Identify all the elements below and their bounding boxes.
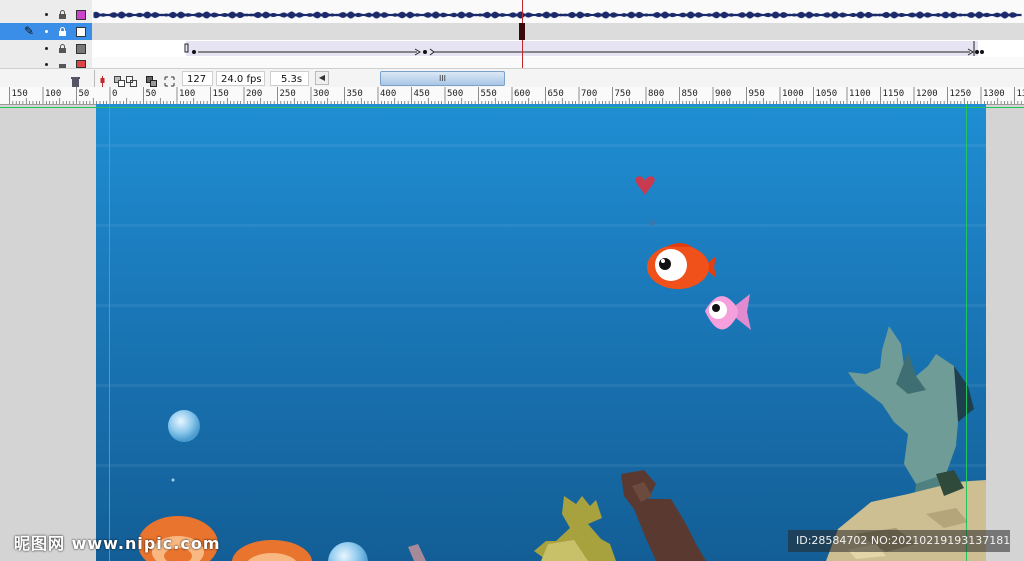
horizontal-scroll-thumb[interactable]: III (380, 71, 505, 86)
playhead-marker[interactable] (519, 23, 525, 40)
ruler-label: 1350 (1016, 89, 1024, 99)
layer-row-1[interactable] (0, 6, 92, 24)
layer-row-3[interactable] (0, 40, 92, 58)
edit-multiple-frames-icon[interactable] (146, 72, 157, 87)
ruler-label: 200 (246, 89, 263, 99)
stage-canvas[interactable] (96, 104, 986, 561)
ruler-label: 250 (279, 89, 296, 99)
elapsed-time-field[interactable]: 5.3s (270, 71, 309, 86)
visibility-dot[interactable] (45, 13, 48, 16)
ruler-label: 1000 (782, 89, 804, 99)
ruler-label: 1150 (882, 89, 905, 99)
lock-icon[interactable] (58, 27, 67, 36)
lock-icon[interactable] (58, 44, 67, 53)
horizontal-guide[interactable] (0, 107, 1024, 108)
ruler-label: 1200 (916, 89, 938, 99)
ruler-label: 500 (447, 89, 464, 99)
ruler-label: 150 (212, 89, 229, 99)
image-id-label: ID:28584702 NO:20210219193137181000 (788, 530, 1010, 552)
visibility-dot[interactable] (45, 63, 48, 66)
pink-coral-bit (408, 544, 426, 561)
water-bands (96, 144, 986, 467)
ruler-label: 400 (380, 89, 397, 99)
brown-coral[interactable] (621, 470, 706, 561)
frames-row-3[interactable] (92, 40, 1024, 58)
visibility-dot[interactable] (45, 47, 48, 50)
timeline-toolbar: 127 24.0 fps 5.3s ◀ III (0, 68, 1024, 88)
frames-row-1[interactable] (92, 6, 1024, 24)
red-fish[interactable] (647, 243, 716, 289)
current-frame-field[interactable]: 127 (182, 71, 213, 86)
bubble-large[interactable] (168, 410, 200, 442)
ruler-label: 150 (11, 89, 28, 99)
center-frame-icon[interactable] (97, 72, 108, 87)
timeline-panel: ✎ 127 24.0 fps 5.3s ◀ III (0, 0, 1024, 88)
pink-fish[interactable] (705, 294, 751, 330)
ruler-label: 300 (313, 89, 330, 99)
vertical-guide-left[interactable] (109, 104, 110, 561)
orange-shell-right[interactable] (232, 540, 312, 561)
tween-track (184, 41, 984, 56)
ruler-label: 650 (547, 89, 564, 99)
ruler-label: 750 (614, 89, 631, 99)
heart-icon[interactable] (635, 176, 655, 195)
frames-row-2[interactable] (92, 23, 1024, 41)
layer-color-swatch[interactable] (76, 60, 86, 68)
ruler-label: 850 (681, 89, 698, 99)
ruler-label: 100 (45, 89, 62, 99)
layer-color-swatch[interactable] (76, 27, 86, 37)
ruler-label: 1250 (949, 89, 972, 99)
ruler-label: 1300 (983, 89, 1005, 99)
modify-markers-icon[interactable] (164, 72, 175, 87)
scroll-left-arrow-icon[interactable]: ◀ (315, 71, 329, 85)
ruler-label: 950 (748, 89, 765, 99)
ruler-label: 1100 (849, 89, 871, 99)
ruler-label: 1050 (815, 89, 838, 99)
underwater-scene (96, 144, 986, 561)
small-heart-bubble (649, 220, 655, 226)
layer-row-2-selected[interactable]: ✎ (0, 23, 92, 41)
ruler-label: 600 (514, 89, 531, 99)
ruler-label: 550 (480, 89, 497, 99)
lock-icon[interactable] (58, 10, 67, 19)
frame-rate-field[interactable]: 24.0 fps (216, 71, 265, 86)
layer-color-swatch[interactable] (76, 44, 86, 54)
ruler-label: 50 (78, 89, 90, 99)
ruler-label: 100 (179, 89, 196, 99)
ruler-label: 450 (413, 89, 430, 99)
bubble-tiny (171, 478, 175, 482)
ruler-label: 0 (112, 89, 118, 99)
ruler-label: 350 (346, 89, 363, 99)
ruler-label: 700 (581, 89, 598, 99)
layer-color-swatch[interactable] (76, 10, 86, 20)
visibility-dot[interactable] (45, 30, 48, 33)
ruler-label: 800 (648, 89, 665, 99)
pencil-icon[interactable]: ✎ (24, 24, 34, 38)
trash-icon[interactable] (70, 72, 81, 87)
vertical-guide-right[interactable] (966, 104, 967, 561)
ruler-label: 50 (145, 89, 157, 99)
toolbar-divider (94, 70, 95, 87)
onion-skin-icon[interactable] (114, 72, 125, 87)
horizontal-ruler: 150 100 50 0 50 100 150 200 250 300 350 400 450 500 55… (0, 87, 1024, 105)
onion-outline-icon[interactable] (126, 72, 137, 87)
ruler-label: 900 (715, 89, 732, 99)
site-watermark: 昵图网 www.nipic.com (14, 534, 221, 553)
audio-waveform (93, 11, 1022, 19)
bubble-bottom[interactable] (328, 542, 368, 561)
